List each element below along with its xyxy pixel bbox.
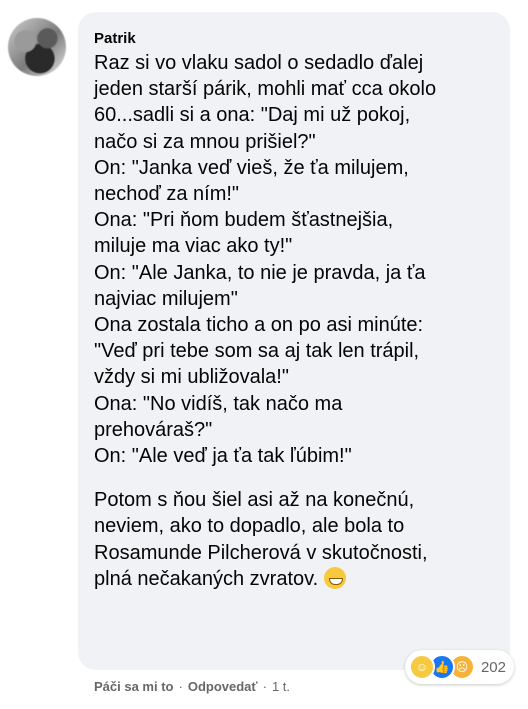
avatar[interactable] [8, 18, 66, 76]
action-separator: · [178, 679, 183, 694]
comment-text-paragraph-2: Potom s ňou šiel asi až na konečnú, nevi… [94, 487, 496, 592]
comment-author[interactable]: Patrik [94, 30, 496, 48]
action-separator: · [262, 679, 267, 694]
haha-reaction-icon: ☺ [408, 654, 435, 680]
grinning-face-icon [323, 566, 346, 589]
reactions-summary[interactable]: ☺ 👍 ☹ 202 [404, 650, 514, 684]
comment-text-paragraph-2-text: Potom s ňou šiel asi až na konečnú, nevi… [94, 489, 428, 590]
comment-text-paragraph-1: Raz si vo vlaku sadol o sedadlo ďalej je… [94, 52, 437, 468]
reply-button[interactable]: Odpovedať [188, 679, 258, 694]
reaction-count: 202 [480, 658, 506, 676]
comment-actions: Páči sa mi to · Odpovedať · 1 t. [94, 679, 290, 694]
comment-bubble: Patrik Raz si vo vlaku sadol o sedadlo ď… [78, 12, 510, 670]
comment-timestamp[interactable]: 1 t. [272, 679, 290, 694]
like-button[interactable]: Páči sa mi to [94, 679, 173, 694]
